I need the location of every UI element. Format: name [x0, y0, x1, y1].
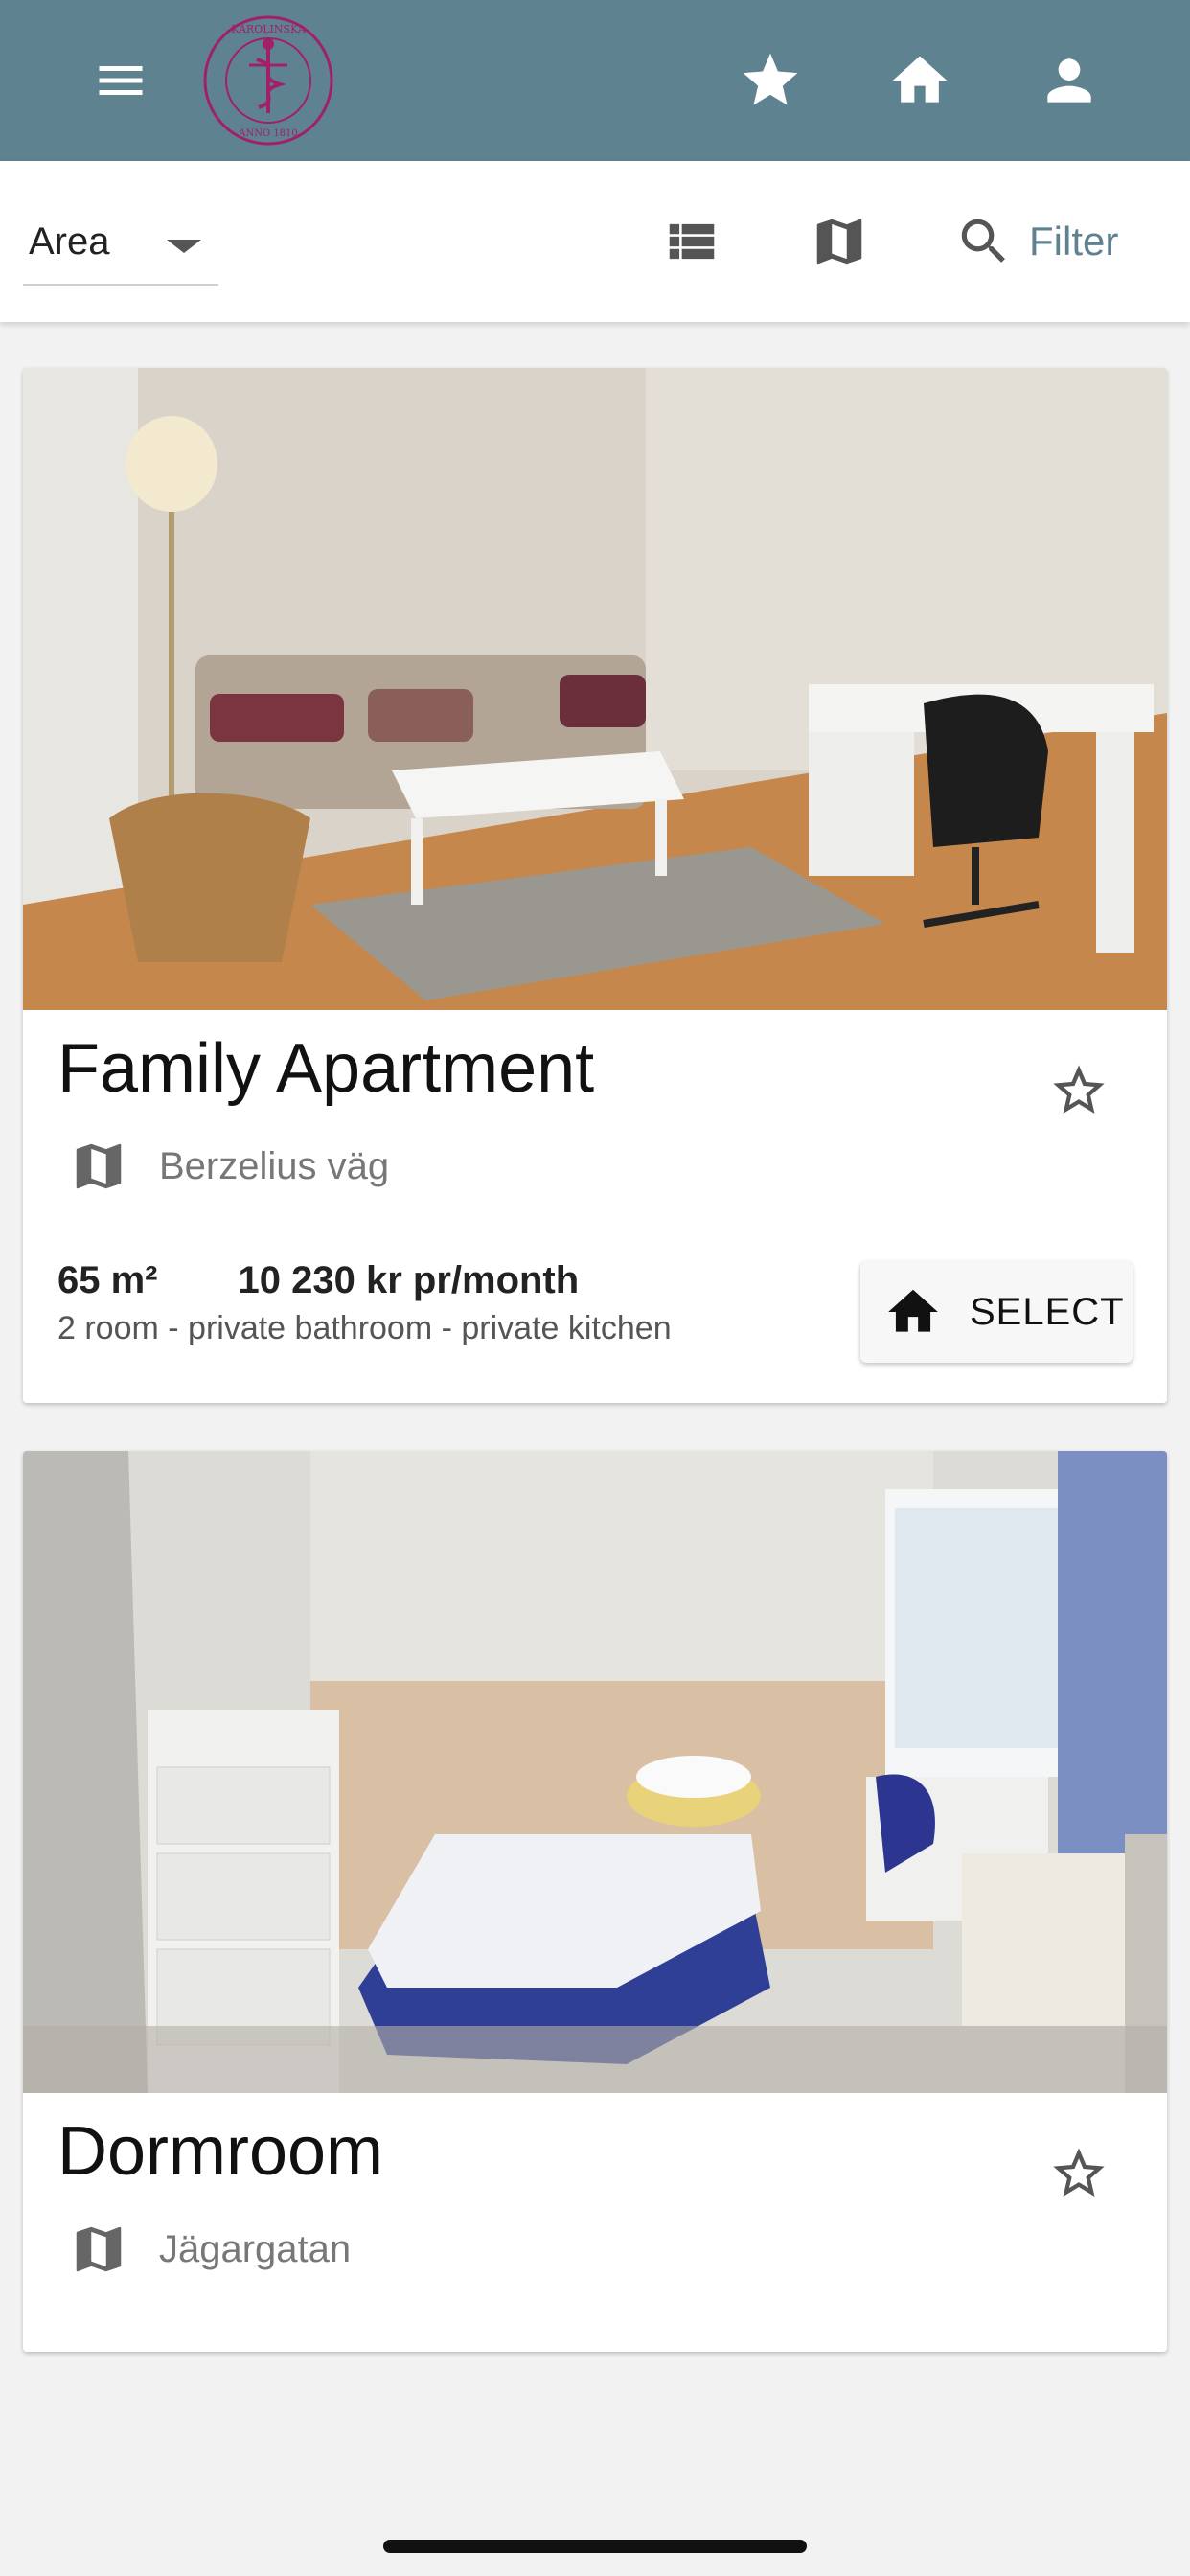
listing-price: 10 230 kr pr/month [238, 1259, 580, 1301]
listing-location-label: Jägargatan [159, 2227, 352, 2270]
listing-card[interactable]: Dormroom Jägargatan [23, 1451, 1167, 2352]
favorite-star-icon[interactable] [1041, 1052, 1117, 1129]
filter-label: Filter [1029, 218, 1119, 264]
dropdown-arrow-icon [167, 240, 201, 253]
listing-location: Berzelius väg [69, 1137, 389, 1196]
filter-toolbar: Area Filter [0, 161, 1190, 322]
listing-title: Family Apartment [57, 1030, 595, 1107]
map-view-icon[interactable] [805, 207, 874, 276]
svg-text:ANNO 1810: ANNO 1810 [238, 128, 298, 139]
listing-photo-dorm-room[interactable] [23, 1451, 1167, 2093]
listing-location-label: Berzelius väg [159, 1144, 390, 1187]
listing-photo-living-room[interactable] [23, 368, 1167, 1010]
area-dropdown[interactable]: Area [23, 211, 218, 286]
home-icon[interactable] [881, 42, 958, 119]
favorite-star-icon[interactable] [1041, 2135, 1117, 2212]
filter-button[interactable]: Filter [954, 203, 1118, 280]
map-icon [76, 2226, 122, 2272]
select-button[interactable]: SELECT [860, 1261, 1133, 1363]
list-view-icon[interactable] [657, 207, 726, 276]
favorites-star-icon[interactable] [732, 42, 809, 119]
app-bar: KAROLINSKA ANNO 1810 [0, 0, 1190, 161]
listing-details: 2 room - private bathroom - private kitc… [57, 1310, 672, 1346]
search-icon [961, 218, 1005, 263]
hamburger-menu-icon[interactable] [82, 42, 159, 119]
area-dropdown-label: Area [29, 220, 110, 263]
listing-card[interactable]: Family Apartment Berzelius väg 65 m² 10 2… [23, 368, 1167, 1403]
listing-title: Dormroom [57, 2113, 384, 2190]
map-icon [76, 1143, 122, 1189]
institution-logo[interactable]: KAROLINSKA ANNO 1810 [201, 13, 335, 148]
listing-size: 65 m² [57, 1259, 158, 1301]
listing-location: Jägargatan [69, 2220, 351, 2279]
person-icon[interactable] [1031, 42, 1108, 119]
select-button-label: SELECT [970, 1290, 1125, 1333]
listing-meta: 65 m² 10 230 kr pr/month 2 room - private… [57, 1259, 672, 1347]
svg-text:KAROLINSKA: KAROLINSKA [231, 23, 307, 35]
home-icon [888, 1289, 938, 1332]
home-indicator[interactable] [383, 2540, 807, 2553]
